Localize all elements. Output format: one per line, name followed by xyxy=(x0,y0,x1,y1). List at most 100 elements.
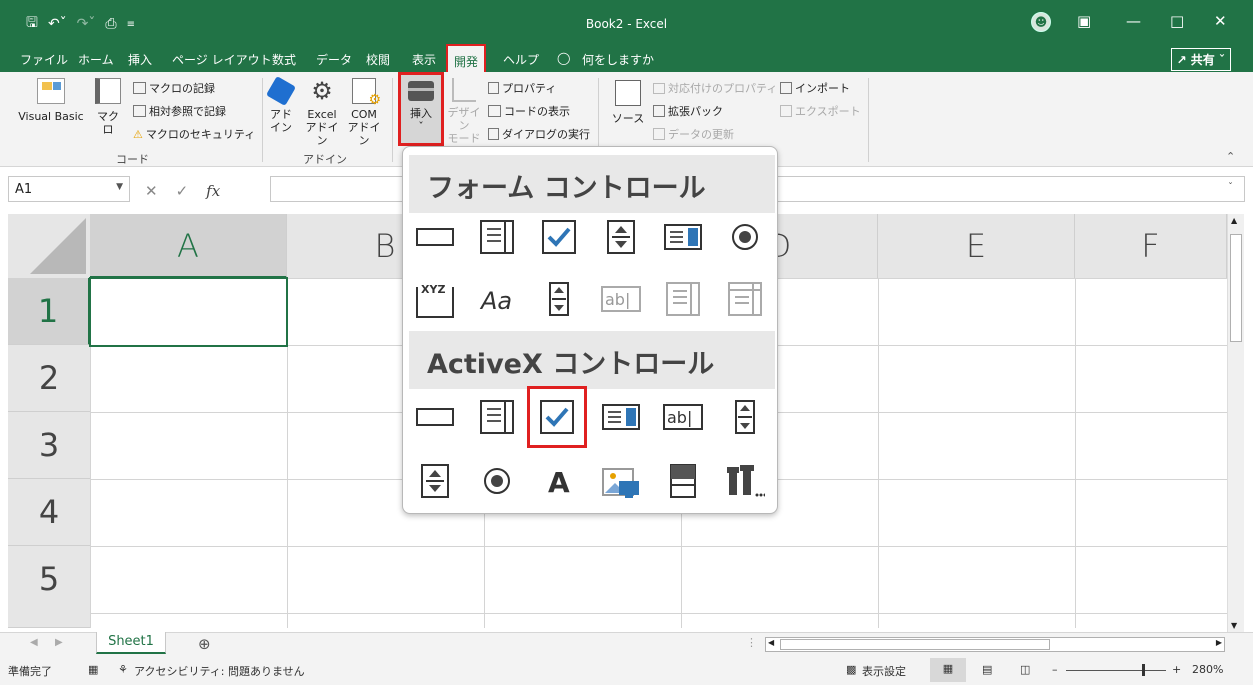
splitter-icon[interactable]: ⋮ xyxy=(746,636,757,649)
import-button[interactable]: インポート xyxy=(780,80,850,96)
close-icon[interactable]: ✕ xyxy=(1214,12,1227,30)
tab-home[interactable]: ホーム xyxy=(78,51,114,68)
ribbon-display-options-icon[interactable]: ▣ xyxy=(1077,12,1091,30)
activex-label-icon[interactable]: A xyxy=(537,459,581,503)
normal-view-icon[interactable]: ▦ xyxy=(930,658,966,682)
form-label-icon[interactable]: Aa xyxy=(475,277,519,321)
form-button-icon[interactable] xyxy=(413,215,457,259)
chevron-down-icon[interactable]: ▼ xyxy=(116,182,123,192)
expand-formula-bar-icon[interactable]: ˇ xyxy=(1228,182,1233,193)
cancel-icon[interactable]: ✕ xyxy=(145,182,158,200)
tab-insert[interactable]: 挿入 xyxy=(128,51,152,68)
properties-button[interactable]: プロパティ xyxy=(488,80,556,96)
run-dialog-button[interactable]: ダイアログの実行 xyxy=(488,126,590,142)
horizontal-scrollbar[interactable]: ◀ ▶ xyxy=(765,637,1225,652)
form-spin-button-icon[interactable] xyxy=(599,215,643,259)
tab-file[interactable]: ファイル xyxy=(20,51,68,68)
view-code-button[interactable]: コードの表示 xyxy=(488,103,570,119)
accessibility-status[interactable]: アクセシビリティ: 問題ありません xyxy=(134,663,305,679)
macros-button[interactable]: マクロ xyxy=(92,78,124,136)
display-settings-button[interactable]: 表示設定 xyxy=(862,663,906,679)
activex-command-button-icon[interactable] xyxy=(413,395,457,439)
minimize-icon[interactable]: — xyxy=(1126,12,1141,30)
add-sheet-icon[interactable]: ⊕ xyxy=(198,635,211,653)
row-header-5[interactable]: 5 xyxy=(8,546,90,628)
zoom-slider-thumb[interactable] xyxy=(1142,664,1145,676)
form-text-field-icon[interactable]: ab| xyxy=(599,277,643,321)
activex-toggle-button-icon[interactable] xyxy=(661,459,705,503)
scroll-down-icon[interactable]: ▼ xyxy=(1231,621,1237,630)
sheet-tab-sheet1[interactable]: Sheet1 xyxy=(96,632,166,654)
row-header-4[interactable]: 4 xyxy=(8,479,90,546)
form-list-box-icon[interactable] xyxy=(661,215,705,259)
tab-data[interactable]: データ xyxy=(316,51,352,68)
column-header-a[interactable]: A xyxy=(90,214,287,278)
activex-list-box-icon[interactable] xyxy=(599,395,643,439)
expansion-packs-button[interactable]: 拡張パック xyxy=(653,103,723,119)
tab-review[interactable]: 校閲 xyxy=(366,51,390,68)
zoom-in-icon[interactable]: + xyxy=(1172,663,1181,676)
column-header-f[interactable]: F xyxy=(1075,214,1227,278)
refresh-data-button[interactable]: データの更新 xyxy=(653,126,734,142)
row-header-3[interactable]: 3 xyxy=(8,412,90,479)
activex-more-controls-icon[interactable] xyxy=(723,459,767,503)
row-header-2[interactable]: 2 xyxy=(8,345,90,412)
tab-formulas[interactable]: 数式 xyxy=(272,51,296,68)
form-group-box-icon[interactable]: XYZ xyxy=(413,277,457,321)
activex-spin-button-icon[interactable] xyxy=(413,459,457,503)
tell-me-search[interactable]: 何をしますか xyxy=(582,51,654,68)
active-cell-a1[interactable] xyxy=(89,277,288,347)
collapse-ribbon-icon[interactable]: ⌃ xyxy=(1226,150,1235,163)
export-button[interactable]: エクスポート xyxy=(780,103,861,119)
activex-option-button-icon[interactable] xyxy=(475,459,519,503)
horizontal-scroll-thumb[interactable] xyxy=(780,639,1050,650)
next-sheet-icon[interactable]: ▶ xyxy=(55,637,63,648)
name-box[interactable]: A1 ▼ xyxy=(8,176,130,202)
page-break-preview-icon[interactable]: ◫ xyxy=(1020,663,1030,676)
tab-help[interactable]: ヘルプ xyxy=(503,51,539,68)
addins-button[interactable]: アド イン xyxy=(265,75,297,134)
com-addins-button[interactable]: ⚙ COM アドイン xyxy=(344,78,384,147)
vertical-scroll-thumb[interactable] xyxy=(1230,234,1242,342)
page-layout-view-icon[interactable]: ▤ xyxy=(982,663,992,676)
previous-sheet-icon[interactable]: ◀ xyxy=(30,637,38,648)
macro-record-icon[interactable]: ▦ xyxy=(88,663,98,676)
column-header-e[interactable]: E xyxy=(878,214,1075,278)
share-button[interactable]: ↗ 共有 ˇ xyxy=(1170,48,1231,71)
activex-scroll-bar-icon[interactable] xyxy=(723,395,767,439)
account-avatar-icon[interactable]: ☻ xyxy=(1031,12,1051,32)
xml-source-button[interactable]: ソース xyxy=(610,80,646,125)
map-properties-button[interactable]: 対応付けのプロパティ xyxy=(653,80,777,96)
record-macro-button[interactable]: マクロの記録 xyxy=(133,80,215,96)
row-header-1[interactable]: 1 xyxy=(8,278,90,345)
activex-check-box-icon[interactable] xyxy=(527,386,587,448)
scroll-up-icon[interactable]: ▲ xyxy=(1231,216,1237,225)
maximize-icon[interactable]: □ xyxy=(1170,12,1184,30)
select-all-corner[interactable] xyxy=(8,214,90,278)
form-scroll-bar-icon[interactable] xyxy=(537,277,581,321)
form-check-box-icon[interactable] xyxy=(537,215,581,259)
form-option-button-icon[interactable] xyxy=(723,215,767,259)
enter-icon[interactable]: ✓ xyxy=(176,182,189,200)
tab-view[interactable]: 表示 xyxy=(412,51,436,68)
excel-addins-button[interactable]: ⚙ Excel アドイン xyxy=(302,78,342,147)
scroll-right-icon[interactable]: ▶ xyxy=(1216,638,1222,647)
insert-controls-button[interactable]: 挿入 ˇ xyxy=(398,72,444,146)
zoom-level[interactable]: 280% xyxy=(1192,663,1223,676)
form-combo-dropdown-edit-icon[interactable] xyxy=(723,277,767,321)
activex-image-icon[interactable] xyxy=(599,459,643,503)
form-combo-list-edit-icon[interactable] xyxy=(661,277,705,321)
macro-security-button[interactable]: ⚠ マクロのセキュリティ xyxy=(133,126,255,142)
scroll-left-icon[interactable]: ◀ xyxy=(768,638,774,647)
zoom-out-icon[interactable]: – xyxy=(1052,663,1058,676)
vertical-scrollbar[interactable]: ▲ ▼ xyxy=(1227,214,1244,632)
tab-developer[interactable]: 開発 xyxy=(446,44,487,74)
tab-page-layout[interactable]: ページ レイアウト xyxy=(172,51,272,68)
insert-function-icon[interactable]: fx xyxy=(206,182,220,200)
activex-text-box-icon[interactable]: ab| xyxy=(661,395,705,439)
zoom-slider[interactable] xyxy=(1066,670,1166,671)
design-mode-button[interactable]: デザイン モード xyxy=(444,78,484,145)
form-combo-box-icon[interactable] xyxy=(475,215,519,259)
activex-combo-box-icon[interactable] xyxy=(475,395,519,439)
visual-basic-button[interactable]: Visual Basic xyxy=(14,78,88,123)
